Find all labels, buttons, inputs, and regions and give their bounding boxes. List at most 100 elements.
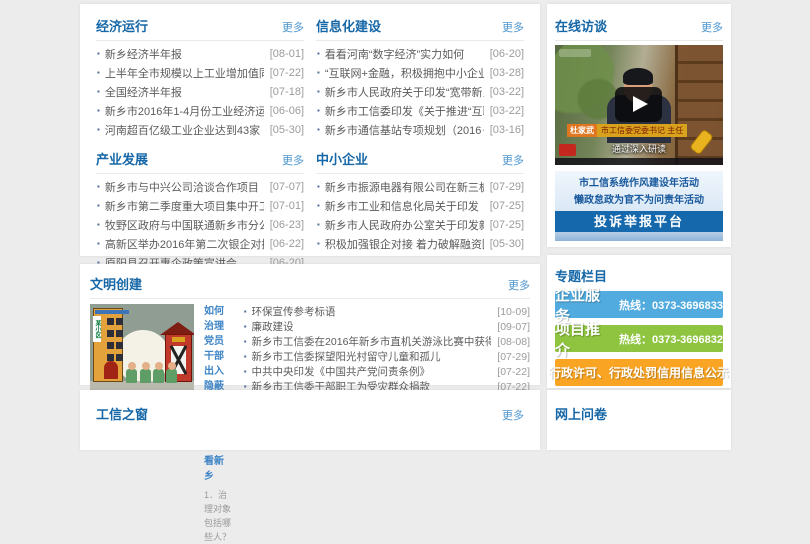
comic-figure <box>140 369 151 383</box>
news-item[interactable]: ▪ 中共中央印发《中国共产党问责条例》 [07-22] <box>243 364 530 379</box>
section-header-survey: 网上问卷 <box>555 400 723 428</box>
section-header-interview: 在线访谈 更多 <box>555 12 723 41</box>
banner-label: 项目推介 <box>555 318 612 360</box>
more-link-economy[interactable]: 更多 <box>282 19 304 35</box>
news-item[interactable]: ▪ 看看河南“数字经济”实力如何 [06-20] <box>316 44 524 63</box>
news-item[interactable]: ▪ 廉政建设 [09-07] <box>243 319 530 334</box>
news-item[interactable]: ▪ 环保宣传参考标语 [10-09] <box>243 304 530 319</box>
section-title-economy: 经济运行 <box>96 16 148 35</box>
comic-figure <box>126 369 137 383</box>
bullet-icon: ▪ <box>317 239 320 248</box>
tv-watermark <box>559 49 591 57</box>
banner-hotline: 热线：0373-3696832 <box>619 331 723 347</box>
news-item[interactable]: ▪ 新乡市第二季度重大项目集中开工 [07-01] <box>96 196 304 215</box>
news-column-right: 信息化建设 更多 ▪ 看看河南“数字经济”实力如何 [06-20] ▪ “互联网… <box>310 12 530 256</box>
interviewee-figure <box>623 68 653 85</box>
news-item[interactable]: ▪ 新乡市2016年1-4月份工业经济运行情况 [06-06] <box>96 101 304 120</box>
tv-station-logo <box>559 144 576 156</box>
news-item[interactable]: ▪ 新乡市与中兴公司洽谈合作项目 [07-07] <box>96 177 304 196</box>
more-link-informatization[interactable]: 更多 <box>502 19 524 35</box>
news-item[interactable]: ▪ 积极加强银企对接 着力破解融资困难 [05-30] <box>316 234 524 253</box>
bullet-icon: ▪ <box>97 182 100 191</box>
news-list-sme: ▪ 新乡市振源电器有限公司在新三板成功挂牌 [07-29] ▪ 新乡市工业和信息… <box>316 177 524 253</box>
section-header-civilization: 文明创建 更多 <box>90 270 530 299</box>
section-header-economy: 经济运行 更多 <box>96 12 304 41</box>
section-header-gongxin: 工信之窗 更多 <box>96 400 524 428</box>
bullet-icon: ▪ <box>244 337 247 346</box>
complaint-banner-text: 市工信系统作风建设年活动 懒政怠政为官不为问责年活动 <box>555 171 723 209</box>
news-item[interactable]: ▪ 河南超百亿级工业企业达到43家 [05-30] <box>96 120 304 139</box>
bullet-icon: ▪ <box>317 182 320 191</box>
bullet-icon: ▪ <box>97 201 100 210</box>
section-title-informatization: 信息化建设 <box>316 16 381 35</box>
special-columns-panel: 专题栏目 企业服务 热线：0373-3696833 项目推介 热线：0373-3… <box>547 255 731 388</box>
section-header-informatization: 信息化建设 更多 <box>316 12 524 41</box>
complaint-banner-line1: 市工信系统作风建设年活动 <box>555 175 723 192</box>
news-list-informatization: ▪ 看看河南“数字经济”实力如何 [06-20] ▪ “互联网+金融，积极拥抱中… <box>316 44 524 139</box>
gongxin-window-panel: 工信之窗 更多 <box>80 390 540 450</box>
bullet-icon: ▪ <box>97 220 100 229</box>
news-item[interactable]: ▪ 新乡经济半年报 [08-01] <box>96 44 304 63</box>
news-item[interactable]: ▪ “互联网+金融，积极拥抱中小企业共赢2016新契 [03-28] <box>316 63 524 82</box>
bullet-icon: ▪ <box>97 125 100 134</box>
interview-video-thumbnail[interactable]: 杜家武 市工信委党委书记 主任 通过深入研读 <box>555 45 723 165</box>
video-caption-bar: 杜家武 市工信委党委书记 主任 <box>567 124 687 137</box>
news-item[interactable]: ▪ 高新区举办2016年第二次银企对接暨新三板培训会 [06-22] <box>96 234 304 253</box>
news-item[interactable]: ▪ 新乡市工信委印发《关于推进“互联网+制造业”的实 [03-22] <box>316 101 524 120</box>
section-header-industry: 产业发展 更多 <box>96 145 304 174</box>
section-title-sme: 中小企业 <box>316 149 368 168</box>
section-title-special: 专题栏目 <box>555 266 607 285</box>
comic-plaque <box>172 337 185 342</box>
bullet-icon: ▪ <box>97 239 100 248</box>
more-link-industry[interactable]: 更多 <box>282 152 304 168</box>
video-subtitle: 通过深入研读 <box>555 142 723 155</box>
comic-figure <box>153 369 164 383</box>
bullet-icon: ▪ <box>317 87 320 96</box>
news-item[interactable]: ▪ 牧野区政府与中国联通新乡市分公司达成战略合作共识 [06-23] <box>96 215 304 234</box>
news-panel: 经济运行 更多 ▪ 新乡经济半年报 [08-01] ▪ 上半年全市规模以上工业增… <box>80 4 540 256</box>
bullet-icon: ▪ <box>97 87 100 96</box>
news-item[interactable]: ▪ 新乡市通信基站专项规划（2016－2020）通过专家评 [03-16] <box>316 120 524 139</box>
civilization-panel: 文明创建 更多 某小区 如何治理党员干部出入隐蔽场所违规吃喝？看新乡 1． <box>80 264 540 385</box>
news-item[interactable]: ▪ 全国经济半年报 [07-18] <box>96 82 304 101</box>
complaint-platform-button[interactable]: 投诉举报平台 <box>555 211 723 232</box>
featured-article-desc: 1．治理对象包括哪些人？ 2．哪些场所属于隐蔽场所、私人会所？ 2．哪些场所属于… <box>204 488 233 544</box>
comic-windows <box>116 318 123 362</box>
bullet-icon: ▪ <box>317 106 320 115</box>
news-item[interactable]: ▪ 新乡市工业和信息化局关于印发《2014年担保公司、小 [07-25] <box>316 196 524 215</box>
video-bottom-strip <box>555 158 723 165</box>
enterprise-service-banner[interactable]: 企业服务 热线：0373-3696833 <box>555 291 723 318</box>
more-link-interview[interactable]: 更多 <box>701 19 723 35</box>
bullet-icon: ▪ <box>97 49 100 58</box>
banner-hotline: 热线：0373-3696833 <box>619 297 723 313</box>
comic-figure <box>166 369 177 383</box>
more-link-sme[interactable]: 更多 <box>502 152 524 168</box>
news-item[interactable]: ▪ 新乡市工信委探望阳光村留守儿童和孤儿 [07-29] <box>243 349 530 364</box>
bullet-icon: ▪ <box>317 220 320 229</box>
bullet-icon: ▪ <box>317 125 320 134</box>
news-item[interactable]: ▪ 新乡市人民政府办公室关于印发新乡市小额贷款公司风 [07-25] <box>316 215 524 234</box>
news-list-economy: ▪ 新乡经济半年报 [08-01] ▪ 上半年全市规模以上工业增加值同比增长8.… <box>96 44 304 139</box>
section-title-industry: 产业发展 <box>96 149 148 168</box>
cityscape-strip <box>555 232 723 241</box>
bullet-icon: ▪ <box>244 352 247 361</box>
project-promotion-banner[interactable]: 项目推介 热线：0373-3696832 <box>555 325 723 352</box>
section-title-interview: 在线访谈 <box>555 16 607 35</box>
news-item[interactable]: ▪ 新乡市工信委在2016年新乡市直机关游泳比赛中获得好 [08-08] <box>243 334 530 349</box>
news-list-industry: ▪ 新乡市与中兴公司洽谈合作项目 [07-07] ▪ 新乡市第二季度重大项目集中… <box>96 177 304 272</box>
complaint-banner-line2: 懒政怠政为官不为问责年活动 <box>555 192 723 209</box>
complaint-platform-banner[interactable]: 市工信系统作风建设年活动 懒政怠政为官不为问责年活动 投诉举报平台 <box>555 171 723 241</box>
comic-door <box>104 361 118 379</box>
interviewee-role-caption: 市工信委党委书记 主任 <box>597 124 687 137</box>
banner-label: 行政许可、行政处罚信用信息公示 <box>549 364 729 381</box>
featured-comic-image[interactable]: 某小区 <box>90 304 194 390</box>
comic-windows <box>107 318 114 362</box>
bullet-icon: ▪ <box>317 201 320 210</box>
news-item[interactable]: ▪ 新乡市振源电器有限公司在新三板成功挂牌 [07-29] <box>316 177 524 196</box>
more-link-civilization[interactable]: 更多 <box>508 277 530 293</box>
news-item[interactable]: ▪ 新乡市人民政府关于印发“宽带新乡”行动计划 [03-22] <box>316 82 524 101</box>
news-item[interactable]: ▪ 上半年全市规模以上工业增加值同比增长8.3% [07-22] <box>96 63 304 82</box>
bullet-icon: ▪ <box>244 367 247 376</box>
play-icon[interactable] <box>615 87 662 122</box>
credit-info-publicity-banner[interactable]: 行政许可、行政处罚信用信息公示 <box>555 359 723 386</box>
